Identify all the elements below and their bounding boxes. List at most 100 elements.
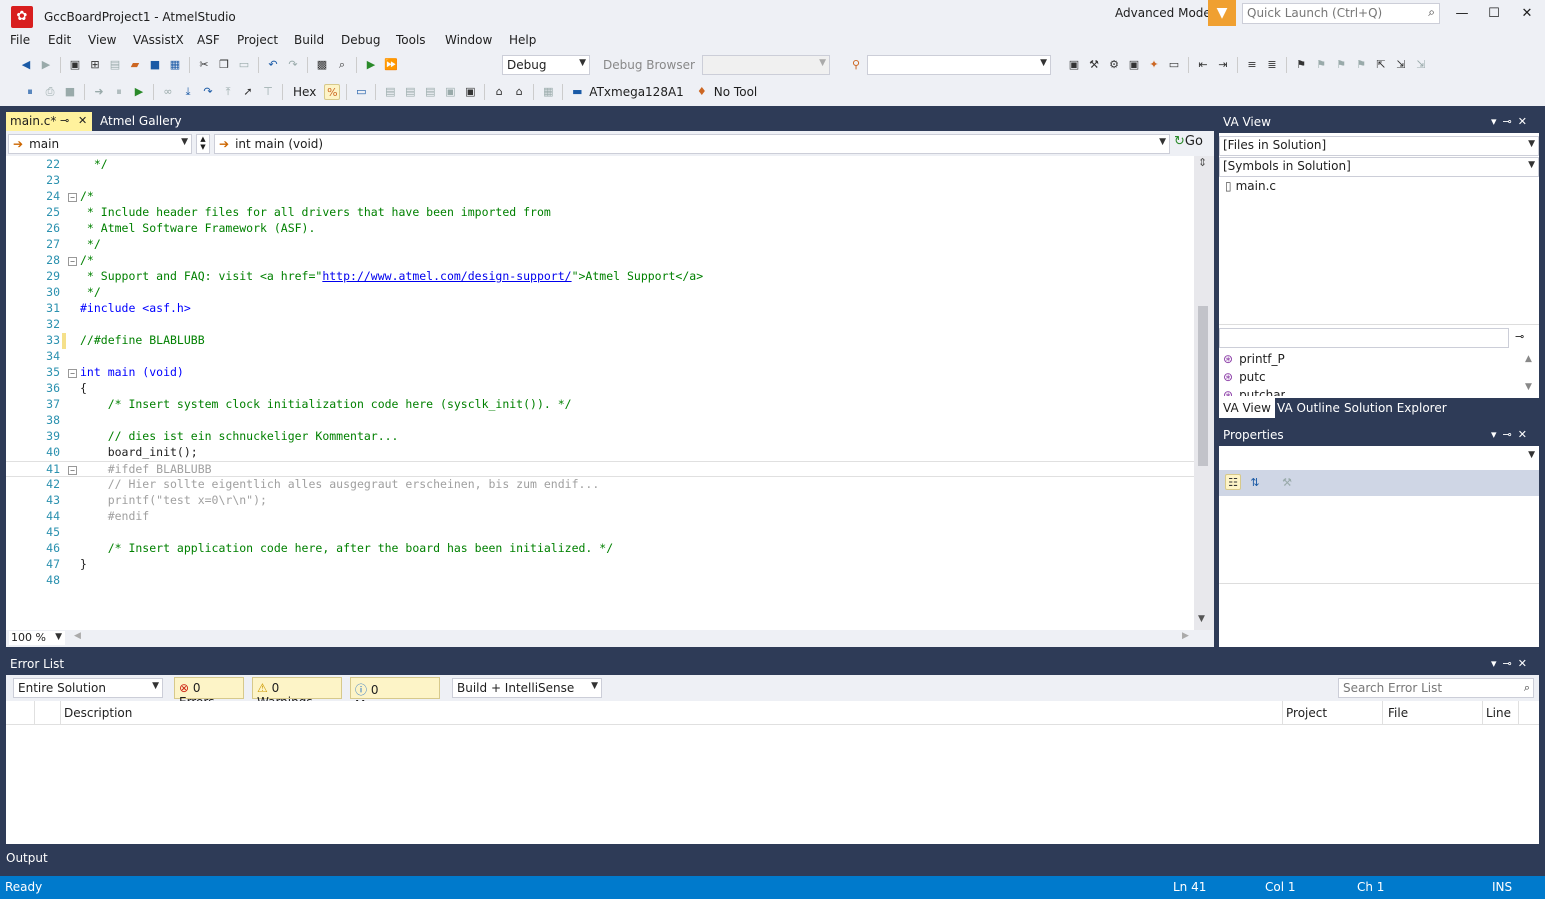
undo-icon[interactable]: ↶ <box>265 57 281 73</box>
solution-icon[interactable]: ▩ <box>314 57 330 73</box>
code-line[interactable]: 48 <box>6 573 1194 589</box>
advanced-mode-label[interactable]: Advanced Mode <box>1115 6 1211 20</box>
next-bookmark-icon[interactable]: ⚑ <box>1333 57 1349 73</box>
step-out-icon[interactable]: ⤒ <box>220 84 236 100</box>
symbols-scroll-up-icon[interactable]: ▲ <box>1525 354 1532 364</box>
code-line[interactable]: 41− #ifdef BLABLUBB <box>6 461 1194 477</box>
code-line[interactable]: 26 * Atmel Software Framework (ASF). <box>6 221 1194 237</box>
navigate-back-icon[interactable]: ⇱ <box>1373 57 1389 73</box>
find-combo[interactable]: ▼ <box>867 55 1051 75</box>
tab-va-outline[interactable]: VA Outline <box>1277 401 1340 415</box>
start-without-debugging-icon[interactable]: ⏩ <box>383 57 399 73</box>
filter-funnel-icon[interactable]: ▼ <box>1208 0 1236 26</box>
code-line[interactable]: 34 <box>6 349 1194 365</box>
file-item-main-c[interactable]: ▯ main.c <box>1225 179 1276 193</box>
column-file[interactable]: File <box>1388 706 1408 720</box>
code-line[interactable]: 42 // Hier sollte eigentlich alles ausge… <box>6 477 1194 493</box>
device-icon[interactable]: ▬ <box>569 84 585 100</box>
layout-icon[interactable]: ▭ <box>1166 57 1182 73</box>
add-existing-icon[interactable]: ▤ <box>107 57 123 73</box>
open-file-icon[interactable]: ▰ <box>127 57 143 73</box>
save-icon[interactable]: ■ <box>147 57 163 73</box>
code-line[interactable]: 46 /* Insert application code here, afte… <box>6 541 1194 557</box>
menu-project[interactable]: Project <box>237 33 278 47</box>
code-line[interactable]: 38 <box>6 413 1194 429</box>
reset-icon[interactable]: ∞ <box>160 84 176 100</box>
scroll-down-icon[interactable]: ▼ <box>1198 614 1205 624</box>
terminal-icon[interactable]: ▣ <box>1126 57 1142 73</box>
registers-icon[interactable]: ▤ <box>382 84 398 100</box>
detach-icon[interactable]: ⎙ <box>42 84 58 100</box>
cursor-icon[interactable]: ⊤ <box>260 84 276 100</box>
collapse-icon[interactable]: − <box>68 257 77 266</box>
tab-atmel-gallery[interactable]: Atmel Gallery <box>100 114 182 128</box>
io-view-icon[interactable]: ▤ <box>422 84 438 100</box>
symbol-item[interactable]: ⊛ putchar <box>1223 388 1285 396</box>
back-icon[interactable]: ◀ <box>18 57 34 73</box>
show-next-icon[interactable]: ➜ <box>91 84 107 100</box>
scroll-thumb[interactable] <box>1198 306 1208 466</box>
code-area[interactable]: 22 */23 24−/* 25 * Include header files fo… <box>6 156 1194 630</box>
zoom-select[interactable]: 100 % ▼ <box>8 630 66 646</box>
copy-icon[interactable]: ❐ <box>216 57 232 73</box>
add-item-icon[interactable]: ⊞ <box>87 57 103 73</box>
scope-spinner[interactable]: ▲ ▼ <box>196 134 210 154</box>
uncomment-icon[interactable]: ≣ <box>1264 57 1280 73</box>
disassembly-icon[interactable]: % <box>324 84 341 100</box>
tab-va-view[interactable]: VA View <box>1219 398 1275 418</box>
menu-view[interactable]: View <box>88 33 116 47</box>
column-project[interactable]: Project <box>1286 706 1327 720</box>
tool-options-icon[interactable]: ▦ <box>540 84 556 100</box>
code-hyperlink[interactable]: http://www.atmel.com/design-support/ <box>322 269 571 283</box>
tool-icon[interactable]: ♦ <box>694 84 710 100</box>
code-line[interactable]: 23 <box>6 173 1194 189</box>
menu-window[interactable]: Window <box>445 33 492 47</box>
code-line[interactable]: 35− int main (void) <box>6 365 1194 381</box>
split-icon[interactable]: ⇕ <box>1198 156 1207 169</box>
code-line[interactable]: 31 #include <asf.h> <box>6 301 1194 317</box>
code-line[interactable]: 47} <box>6 557 1194 573</box>
code-line[interactable]: 43 printf("test x=0\r\n"); <box>6 493 1194 509</box>
alphabetical-icon[interactable]: ⇅ <box>1247 475 1263 491</box>
code-line[interactable]: 44 #endif <box>6 509 1194 525</box>
configuration-select[interactable]: Debug ▼ <box>502 55 590 75</box>
save-all-icon[interactable]: ▦ <box>167 57 183 73</box>
menu-asf[interactable]: ASF <box>197 33 220 47</box>
wrench-icon[interactable]: ⚒ <box>1086 57 1102 73</box>
editor-vertical-scrollbar[interactable]: ⇕ ▼ <box>1194 156 1214 630</box>
code-line[interactable]: 37 /* Insert system clock initialization… <box>6 397 1194 413</box>
step-into-icon[interactable]: ⤓ <box>180 84 196 100</box>
comment-icon[interactable]: ≡ <box>1244 57 1260 73</box>
debug-target-select[interactable]: ▼ <box>702 55 830 75</box>
symbol-item[interactable]: ⊛ printf_P <box>1223 352 1285 366</box>
code-line[interactable]: 24−/* <box>6 189 1194 205</box>
chip2-icon[interactable]: ⌂ <box>511 84 527 100</box>
tab-solution-explorer[interactable]: Solution Explorer <box>1344 401 1447 415</box>
quick-launch-input[interactable]: Quick Launch (Ctrl+Q) ⌕ <box>1242 3 1440 24</box>
close-tab-icon[interactable]: ✕ <box>78 114 87 127</box>
categorized-icon[interactable]: ☷ <box>1225 474 1241 490</box>
code-line[interactable]: 22 */ <box>6 157 1194 173</box>
menu-file[interactable]: File <box>10 33 30 47</box>
attach-icon[interactable]: ⏸ <box>22 84 38 100</box>
column-description[interactable]: Description <box>64 706 132 720</box>
settings-icon[interactable]: ⚙ <box>1106 57 1122 73</box>
processor-icon[interactable]: ▣ <box>442 84 458 100</box>
windows-icon[interactable]: ▭ <box>353 84 369 100</box>
step-over-icon[interactable]: ↷ <box>200 84 216 100</box>
chip-icon[interactable]: ⌂ <box>491 84 507 100</box>
collapse-icon[interactable]: − <box>68 466 77 475</box>
close-button[interactable]: ✕ <box>1516 4 1538 24</box>
files-in-solution-select[interactable]: [Files in Solution] ▼ <box>1219 136 1539 156</box>
code-line[interactable]: 27 */ <box>6 237 1194 253</box>
symbol-item[interactable]: ⊛ putc <box>1223 370 1266 384</box>
cut-icon[interactable]: ✂ <box>196 57 212 73</box>
prev-bookmark-icon[interactable]: ⚑ <box>1313 57 1329 73</box>
error-list-body[interactable] <box>6 725 1539 844</box>
collapse-icon[interactable]: − <box>68 193 77 202</box>
menu-help[interactable]: Help <box>509 33 536 47</box>
break-all-icon[interactable]: ⏸ <box>111 84 127 100</box>
go-button[interactable]: ↻Go <box>1174 134 1214 154</box>
run-to-cursor-icon[interactable]: ➚ <box>240 84 256 100</box>
symbol-filter-input[interactable] <box>1219 328 1509 348</box>
